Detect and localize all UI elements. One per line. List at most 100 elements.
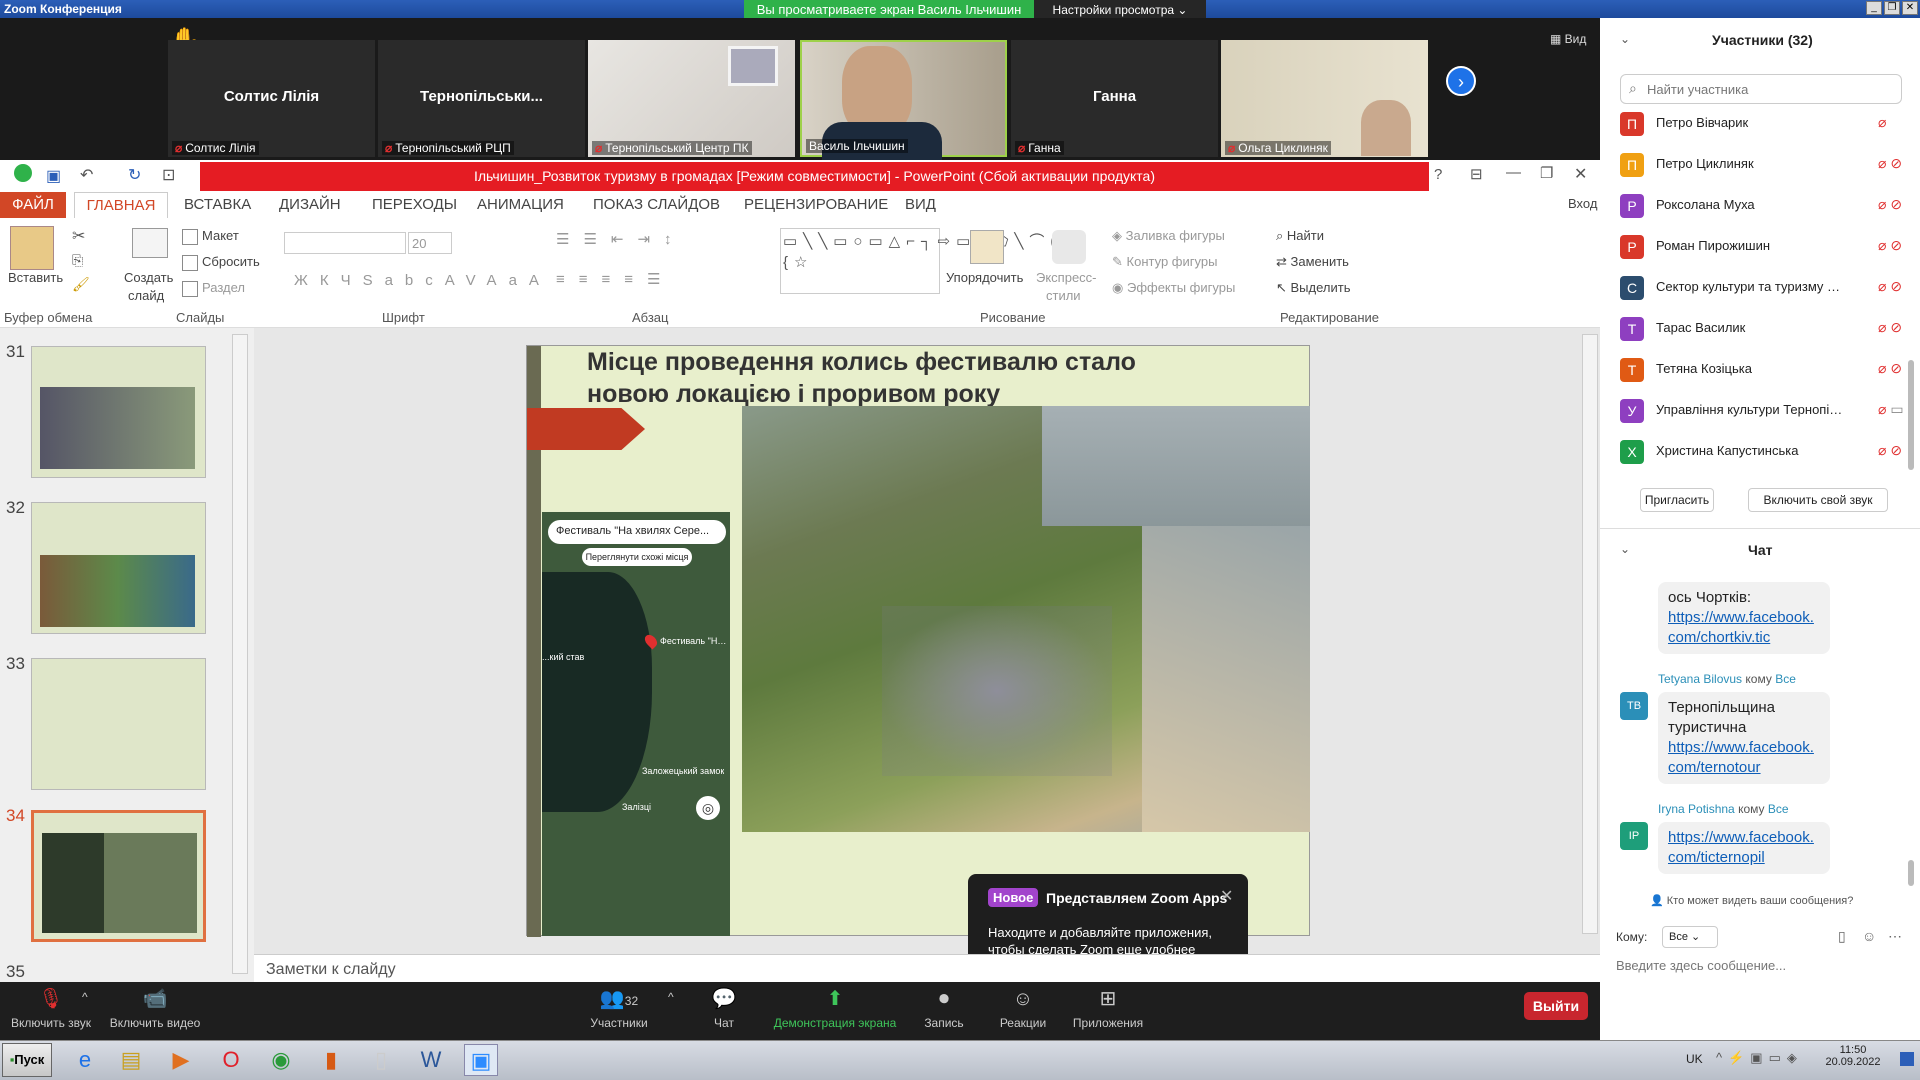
arrange-button[interactable]: Упорядочить bbox=[946, 270, 1023, 285]
shape-effects-button[interactable]: ◉ Эффекты фигуры bbox=[1112, 280, 1235, 296]
tab-view[interactable]: ВИД bbox=[905, 196, 936, 213]
apps-button[interactable]: ⊞ Приложения bbox=[1066, 982, 1150, 1030]
start-button[interactable]: ▪Пуск bbox=[2, 1043, 52, 1077]
font-size-select[interactable]: 20 bbox=[408, 232, 452, 254]
new-slide-label-2[interactable]: слайд bbox=[128, 288, 164, 303]
layout-button[interactable]: Макет bbox=[182, 228, 239, 245]
participant-row[interactable]: Т Тарас Василик ⌀ ⊘ bbox=[1620, 309, 1910, 349]
clock[interactable]: 11:50 20.09.2022 bbox=[1818, 1044, 1888, 1068]
chat-scrollbar[interactable] bbox=[1908, 860, 1914, 886]
list-buttons[interactable]: ☰☰⇤⇥↕ bbox=[556, 230, 686, 248]
file-icon[interactable]: ▯ bbox=[1838, 928, 1846, 945]
message-link[interactable]: https://www.facebook.com/ternotour bbox=[1668, 739, 1814, 776]
who-can-see-link[interactable]: 👤 Кто может видеть ваши сообщения? bbox=[1650, 894, 1853, 907]
opera-icon[interactable]: O bbox=[214, 1044, 248, 1076]
replace-button[interactable]: ⇄ Заменить bbox=[1276, 254, 1349, 270]
active-speaker-tile[interactable]: Василь Ільчишин bbox=[800, 40, 1007, 162]
video-tile[interactable]: Солтис Лілія ⌀ Солтис Лілія bbox=[168, 40, 375, 157]
new-slide-icon[interactable] bbox=[132, 228, 168, 258]
message-link[interactable]: https://www.facebook.com/ticternopil bbox=[1668, 829, 1814, 866]
format-painter-icon[interactable]: 🖌 bbox=[72, 276, 90, 293]
tab-animation[interactable]: АНИМАЦИЯ bbox=[477, 196, 564, 213]
video-tile[interactable]: Тернопільськи... ⌀ Тернопільський РЦП bbox=[378, 40, 585, 157]
participant-row[interactable]: Р Роксолана Муха ⌀ ⊘ bbox=[1620, 186, 1910, 226]
tab-review[interactable]: РЕЦЕНЗИРОВАНИЕ bbox=[744, 196, 888, 213]
tab-design[interactable]: ДИЗАЙН bbox=[279, 196, 341, 213]
thumbnails-scrollbar[interactable] bbox=[232, 334, 248, 974]
tab-slideshow[interactable]: ПОКАЗ СЛАЙДОВ bbox=[593, 196, 720, 213]
participants-button[interactable]: 👥32 Участники bbox=[586, 982, 652, 1030]
ribbon-display-icon[interactable]: ⊟ bbox=[1470, 165, 1483, 183]
tab-home[interactable]: ГЛАВНАЯ bbox=[74, 192, 168, 219]
align-buttons[interactable]: ≡≡≡≡☰ bbox=[556, 270, 674, 288]
record-button[interactable]: ⏺ Запись bbox=[914, 982, 974, 1030]
minimize-icon[interactable]: — bbox=[1506, 164, 1521, 181]
view-switch[interactable]: ▦ Вид bbox=[1550, 32, 1586, 46]
slide-thumbnail-selected[interactable] bbox=[31, 810, 206, 942]
redo-icon[interactable]: ↻ bbox=[128, 165, 141, 185]
slide-thumbnail[interactable] bbox=[31, 346, 206, 478]
find-button[interactable]: ⌕ Найти bbox=[1276, 228, 1324, 244]
media-icon[interactable]: ▶ bbox=[164, 1044, 198, 1076]
participant-row[interactable]: Р Роман Пирожишин ⌀ ⊘ bbox=[1620, 227, 1910, 267]
participant-row[interactable]: Т Тетяна Козіцька ⌀ ⊘ bbox=[1620, 350, 1910, 390]
quick-styles-label-2[interactable]: стили bbox=[1046, 288, 1081, 303]
shape-fill-button[interactable]: ◈ Заливка фигуры bbox=[1112, 228, 1225, 244]
slide-canvas[interactable]: Місце проведення колись фестивалю стало … bbox=[526, 345, 1310, 937]
chrome-icon[interactable]: ◉ bbox=[264, 1044, 298, 1076]
section-button[interactable]: Раздел bbox=[182, 280, 245, 297]
language-indicator[interactable]: UK bbox=[1686, 1052, 1703, 1066]
collapse-chat-icon[interactable]: ⌄ bbox=[1620, 542, 1630, 556]
share-screen-button[interactable]: ⬆ Демонстрация экрана bbox=[770, 982, 900, 1030]
show-desktop-icon[interactable] bbox=[1900, 1052, 1914, 1066]
chat-button[interactable]: 💬 Чат bbox=[696, 982, 752, 1030]
app-icon[interactable]: ▮ bbox=[314, 1044, 348, 1076]
shapes-gallery[interactable]: ▭╲╲▭○▭△⌐┐⇨▭⬠⬠╲⌒(){☆ bbox=[780, 228, 1066, 294]
participants-options-icon[interactable]: ^ bbox=[668, 990, 674, 1004]
document-icon[interactable]: ▯ bbox=[364, 1044, 398, 1076]
quick-styles-icon[interactable] bbox=[1052, 230, 1086, 264]
font-family-select[interactable] bbox=[284, 232, 406, 254]
slide-thumbnail[interactable] bbox=[31, 658, 206, 790]
participant-row[interactable]: Х Христина Капустинська ⌀ ⊘ bbox=[1620, 432, 1910, 472]
reset-button[interactable]: Сбросить bbox=[182, 254, 260, 271]
help-icon[interactable]: ? bbox=[1434, 166, 1442, 183]
audio-options-icon[interactable]: ^ bbox=[82, 990, 88, 1004]
emoji-icon[interactable]: ☺ bbox=[1862, 928, 1876, 944]
shape-outline-button[interactable]: ✎ Контур фигуры bbox=[1112, 254, 1217, 270]
close-icon[interactable]: ✕ bbox=[1574, 164, 1587, 184]
slide-thumbnail[interactable] bbox=[31, 502, 206, 634]
restore-icon[interactable]: ❐ bbox=[1540, 164, 1553, 182]
arrange-icon[interactable] bbox=[970, 230, 1004, 264]
collapse-participants-icon[interactable]: ⌄ bbox=[1620, 32, 1630, 46]
ie-icon[interactable]: e bbox=[68, 1044, 102, 1076]
font-format-buttons[interactable]: ЖКЧSabcAVAaA bbox=[294, 272, 551, 289]
invite-button[interactable]: Пригласить bbox=[1640, 488, 1714, 512]
more-icon[interactable]: ⋯ bbox=[1888, 928, 1902, 945]
next-page-icon[interactable]: › bbox=[1446, 66, 1476, 96]
quick-styles-label-1[interactable]: Экспресс- bbox=[1036, 270, 1097, 285]
message-link[interactable]: https://www.facebook.com/chortkiv.tic bbox=[1668, 609, 1814, 646]
word-icon[interactable]: W bbox=[414, 1044, 448, 1076]
participant-row[interactable]: С Сектор культури та туризму Б... ⌀ ⊘ bbox=[1620, 268, 1910, 308]
sign-in-link[interactable]: Вход bbox=[1568, 196, 1597, 211]
save-icon[interactable]: ▣ bbox=[46, 166, 61, 186]
participant-search-input[interactable]: ⌕ Найти участника bbox=[1620, 74, 1902, 104]
select-button[interactable]: ↖ Выделить bbox=[1276, 280, 1351, 296]
leave-meeting-button[interactable]: Выйти bbox=[1524, 992, 1588, 1020]
recipient-select[interactable]: Все ⌄ bbox=[1662, 926, 1718, 948]
paste-button[interactable]: Вставить bbox=[8, 270, 63, 285]
notes-pane[interactable]: Заметки к слайду bbox=[254, 954, 1600, 982]
chat-message-input[interactable]: Введите здесь сообщение... bbox=[1616, 956, 1906, 1026]
video-tile[interactable]: Ганна ⌀ Ганна bbox=[1011, 40, 1218, 157]
participant-row[interactable]: П Петро Циклиняк ⌀ ⊘ bbox=[1620, 145, 1910, 185]
reactions-button[interactable]: ☺ Реакции bbox=[990, 982, 1056, 1030]
cut-icon[interactable]: ✂ bbox=[72, 226, 85, 246]
tray-icons[interactable]: ^⚡▣▭◈ bbox=[1716, 1050, 1803, 1066]
slide-scrollbar[interactable] bbox=[1582, 334, 1598, 934]
tab-file[interactable]: ФАЙЛ bbox=[0, 192, 66, 218]
unmute-me-button[interactable]: Включить свой звук bbox=[1748, 488, 1888, 512]
tab-insert[interactable]: ВСТАВКА bbox=[184, 196, 251, 213]
copy-icon[interactable]: ⎘ bbox=[72, 252, 83, 269]
new-slide-label-1[interactable]: Создать bbox=[124, 270, 173, 285]
